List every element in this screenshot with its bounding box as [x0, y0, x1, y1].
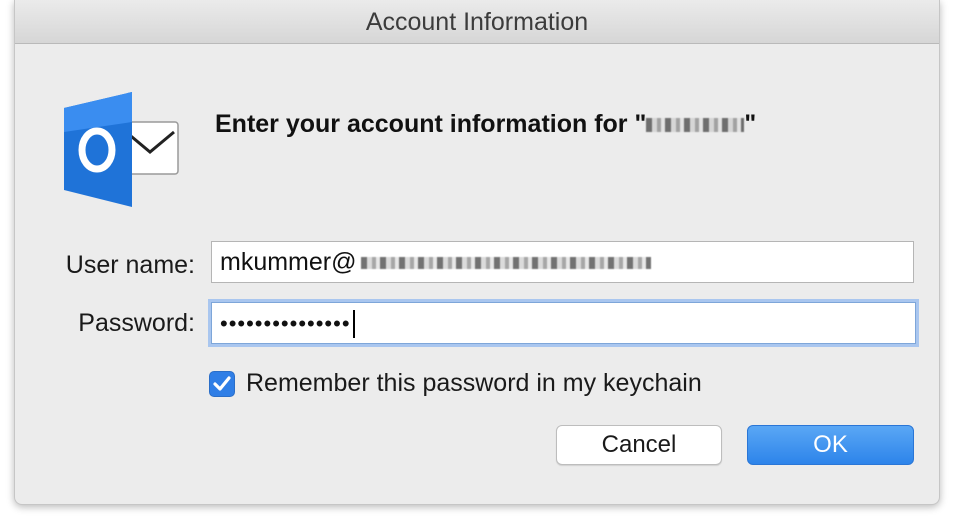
ok-button[interactable]: OK [747, 425, 914, 465]
prompt-heading: Enter your account information for " " [215, 110, 756, 139]
password-field[interactable]: ••••••••••••••• [211, 302, 916, 344]
dialog-title: Account Information [365, 8, 589, 36]
username-value: mkummer@ [220, 248, 357, 276]
account-information-dialog: Account Information Enter your account i… [14, 0, 940, 505]
dialog-titlebar[interactable]: Account Information [15, 0, 939, 44]
username-field[interactable]: mkummer@ [211, 241, 914, 283]
username-label: User name: [65, 251, 195, 279]
remember-password-checkbox[interactable] [209, 371, 235, 397]
prompt-heading-prefix: Enter your account information for " [215, 110, 647, 138]
redacted-email-domain [360, 257, 651, 270]
password-value: ••••••••••••••• [220, 311, 351, 336]
remember-password-label[interactable]: Remember this password in my keychain [246, 369, 702, 398]
checkmark-icon [213, 376, 231, 391]
text-caret [352, 310, 355, 339]
cancel-button[interactable]: Cancel [556, 425, 722, 465]
prompt-heading-suffix: " [744, 110, 757, 138]
password-label: Password: [78, 309, 195, 337]
redacted-account-name [646, 118, 745, 133]
outlook-icon [64, 92, 179, 207]
